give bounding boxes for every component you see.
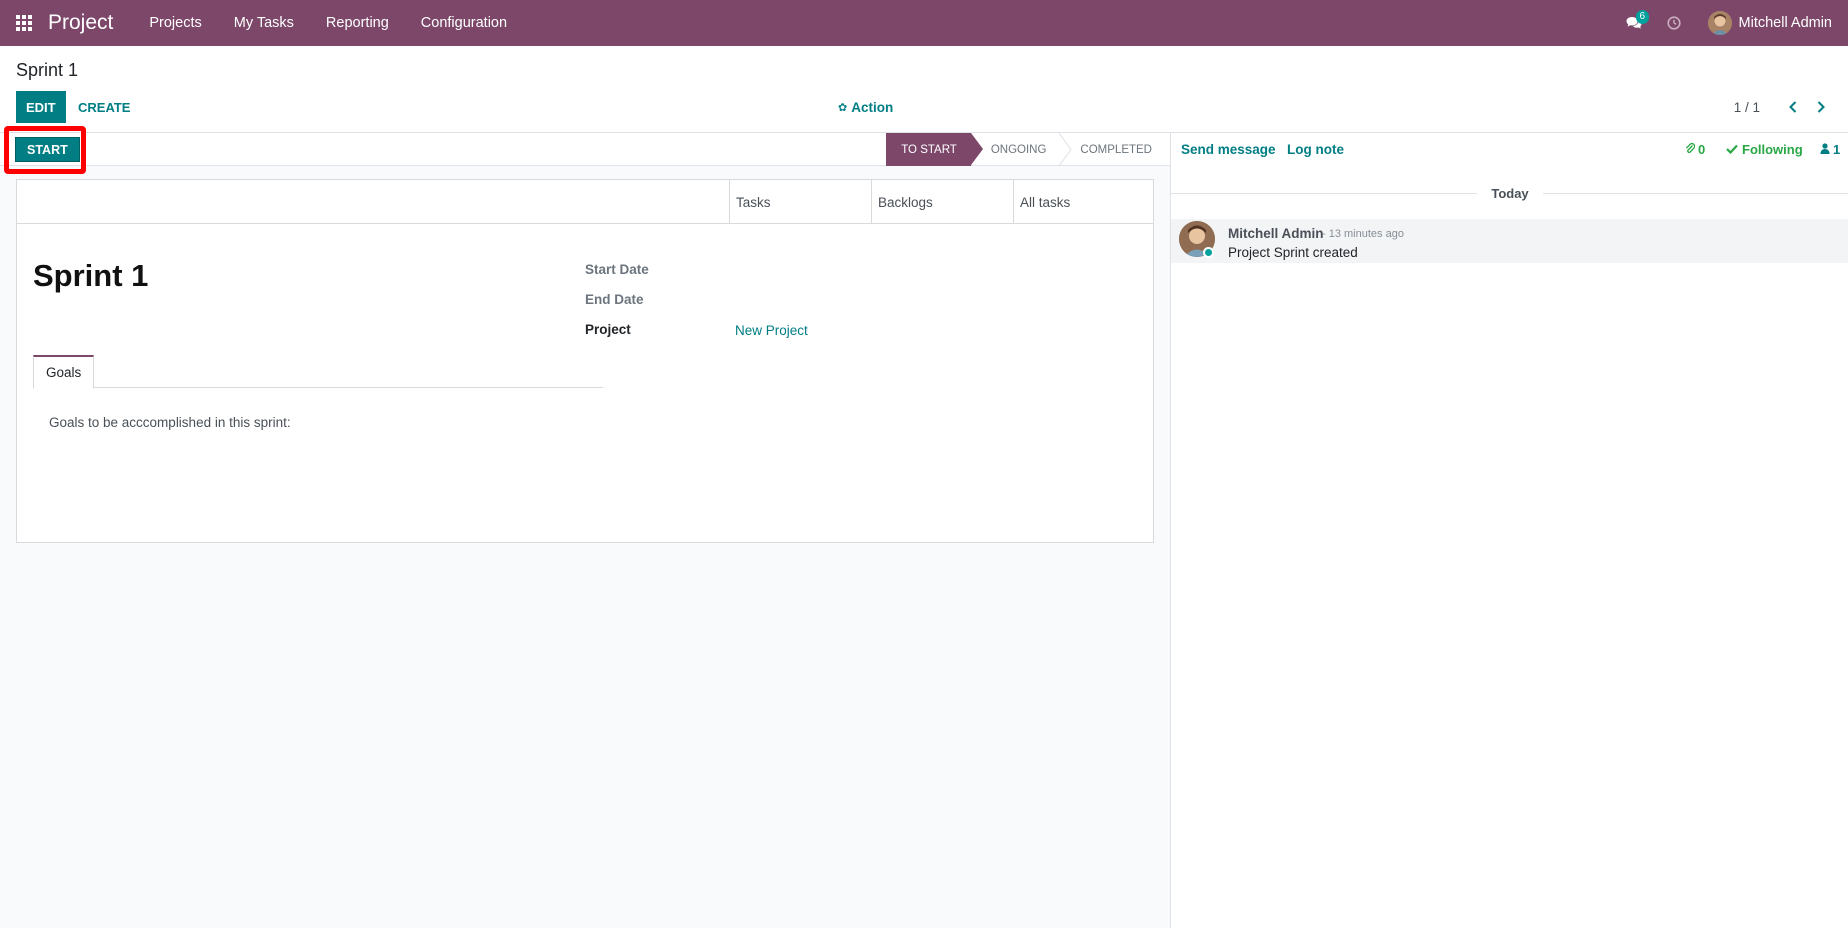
online-status-icon [1203,247,1214,258]
message-author[interactable]: Mitchell Admin [1228,226,1324,241]
action-dropdown[interactable]: ✿ Action [838,91,893,123]
control-panel: Sprint 1 EDIT CREATE ✿ Action 1 / 1 [0,46,1848,133]
pager-next-icon[interactable] [1816,91,1826,123]
followers-count: 1 [1833,142,1841,157]
stage-pipeline: TO START ONGOING COMPLETED [886,133,1170,166]
project-link[interactable]: New Project [735,323,808,338]
attachments-button[interactable]: 0 [1685,133,1705,166]
followers-button[interactable]: 1 [1820,133,1840,166]
start-date-label: Start Date [585,262,649,277]
avatar [1707,11,1732,35]
chatter-message[interactable]: Mitchell Admin - 13 minutes ago Project … [1171,219,1848,263]
send-message-button[interactable]: Send message [1181,133,1276,166]
chatter-topbar: Send message Log note 0 Following 1 [1171,133,1848,166]
stage-label: COMPLETED [1080,143,1152,156]
message-date: - 13 minutes ago [1322,228,1404,240]
following-label: Following [1742,142,1803,157]
stage-completed[interactable]: COMPLETED [1060,133,1170,166]
all-tasks-smart-button[interactable]: All tasks [1013,180,1153,224]
pager-previous-icon[interactable] [1788,91,1798,123]
highlight-annotation [4,126,86,174]
action-label: Action [851,99,894,115]
record-title: Sprint 1 [33,258,149,293]
chat-count-badge: 6 [1635,10,1650,24]
smart-button-box: Tasks Backlogs All tasks [17,180,1153,224]
app-name[interactable]: Project [48,11,113,35]
end-date-label: End Date [585,292,644,307]
menu-reporting[interactable]: Reporting [310,0,405,46]
stage-label: ONGOING [990,143,1047,156]
paperclip-icon [1685,142,1696,157]
following-button[interactable]: Following [1726,133,1803,166]
date-separator: Today [1171,185,1848,201]
log-note-button[interactable]: Log note [1287,133,1344,166]
apps-menu-icon[interactable] [0,0,48,46]
form-view: START TO START ONGOING COMPLETED Tasks B… [0,126,1170,928]
user-name: Mitchell Admin [1738,15,1832,31]
breadcrumb: Sprint 1 [16,60,79,80]
user-icon [1820,142,1830,157]
messaging-icon[interactable]: 6 [1614,0,1654,46]
backlogs-smart-button[interactable]: Backlogs [871,180,1013,224]
create-button[interactable]: CREATE [70,91,138,123]
goals-text[interactable]: Goals to be acccomplished in this sprint… [49,415,291,430]
tasks-smart-button[interactable]: Tasks [729,180,871,224]
form-statusbar: START TO START ONGOING COMPLETED [0,126,1170,174]
menu-configuration[interactable]: Configuration [405,0,523,46]
attachments-count: 0 [1698,142,1706,157]
check-icon [1726,142,1738,157]
stage-ongoing[interactable]: ONGOING [971,133,1073,166]
gear-icon: ✿ [838,101,848,114]
activity-clock-icon[interactable] [1654,0,1694,46]
menu-projects[interactable]: Projects [133,0,217,46]
edit-button[interactable]: EDIT [16,91,66,123]
chatter-panel: Send message Log note 0 Following 1 Toda… [1170,133,1848,928]
pager-value[interactable]: 1 / 1 [1734,91,1760,123]
user-menu[interactable]: Mitchell Admin [1694,0,1848,46]
tab-goals[interactable]: Goals [33,355,95,389]
menu-my-tasks[interactable]: My Tasks [218,0,310,46]
date-separator-label: Today [1491,185,1529,201]
form-sheet: Tasks Backlogs All tasks Sprint 1 Start … [16,179,1154,543]
stage-to-start[interactable]: TO START [886,133,983,166]
notebook-tabs: Goals [33,355,603,389]
project-label: Project [585,322,631,337]
top-navbar: Project Projects My Tasks Reporting Conf… [0,0,1848,46]
stage-label: TO START [901,143,957,156]
message-body: Project Sprint created [1228,245,1358,260]
